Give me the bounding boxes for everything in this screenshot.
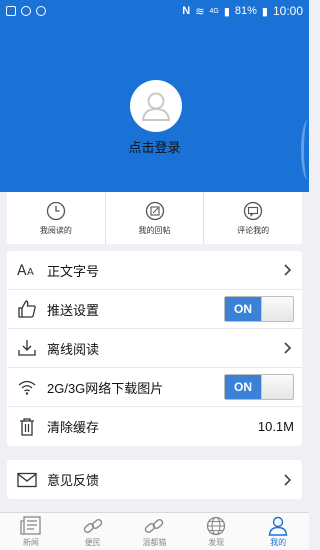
- wifi-icon: [17, 377, 37, 397]
- nav-label: 温都猫: [142, 537, 167, 547]
- cache-size: 10.1M: [257, 419, 294, 434]
- nav-label: 新闻: [22, 537, 39, 547]
- clock-icon: [46, 201, 66, 221]
- login-link[interactable]: 点击登录: [0, 137, 309, 156]
- battery-icon: ▮: [261, 5, 268, 18]
- font-size-icon: AA: [17, 260, 37, 280]
- toggle-knob: [261, 297, 293, 321]
- settings-image-download: 2G/3G网络下载图片 ON: [7, 368, 302, 407]
- mail-icon: [17, 470, 37, 490]
- status-bar: N ≋ 4G ▮ 81% ▮ 10:00: [0, 0, 309, 22]
- network-type: 4G: [209, 7, 219, 15]
- quick-link-replies[interactable]: 我的回帖: [106, 192, 205, 244]
- nav-label: 发现: [208, 537, 225, 547]
- avatar[interactable]: [130, 80, 182, 132]
- nfc-icon: N: [182, 5, 191, 17]
- settings-label: 推送设置: [47, 302, 100, 318]
- nav-wendumao[interactable]: 温都猫: [124, 513, 186, 550]
- clock: 10:00: [272, 4, 303, 18]
- svg-text:A: A: [17, 263, 27, 279]
- toggle-knob: [261, 375, 293, 399]
- wifi-status-icon: ≋: [195, 5, 205, 18]
- quick-link-comments[interactable]: 评论我的: [204, 192, 302, 244]
- nav-label: 我的: [270, 537, 287, 547]
- bottom-nav: 新闻 便民 温都猫 发现 我的: [0, 512, 309, 550]
- nav-convenience[interactable]: 便民: [62, 513, 124, 550]
- settings-label: 意见反馈: [47, 473, 100, 488]
- comment-icon: [243, 201, 263, 221]
- person-icon: [267, 516, 289, 536]
- link-icon: [82, 516, 104, 536]
- link-icon: [143, 516, 165, 536]
- settings-font-size[interactable]: AA 正文字号: [7, 251, 302, 290]
- nav-mine[interactable]: 我的: [247, 513, 309, 550]
- toggle-state: ON: [225, 297, 261, 321]
- settings-label: 清除缓存: [47, 420, 100, 435]
- notification-icon: [6, 6, 16, 16]
- quick-links: 我阅读的 我的回帖 评论我的: [7, 192, 302, 244]
- settings-push: 推送设置 ON: [7, 290, 302, 329]
- quick-link-label: 我阅读的: [39, 225, 72, 235]
- settings-label: 离线阅读: [47, 341, 100, 357]
- trash-icon: [17, 417, 37, 437]
- image-download-toggle[interactable]: ON: [224, 374, 294, 400]
- svg-text:A: A: [27, 267, 34, 278]
- profile-header: 点击登录: [0, 22, 309, 192]
- thumbs-up-icon: [17, 299, 37, 319]
- settings-clear-cache[interactable]: 清除缓存 10.1M: [7, 407, 302, 446]
- settings-list: AA 正文字号 推送设置 ON 离线阅读 2G/3G网络下载图片 ON 清除缓存…: [7, 251, 302, 446]
- user-placeholder-icon: [141, 92, 171, 121]
- notification-icon: [21, 6, 31, 16]
- feedback-row[interactable]: 意见反馈: [7, 460, 302, 499]
- chevron-right-icon: [282, 473, 294, 486]
- settings-label: 2G/3G网络下载图片: [47, 380, 164, 396]
- newspaper-icon: [20, 515, 42, 536]
- chevron-right-icon: [282, 264, 294, 276]
- nav-label: 便民: [84, 537, 101, 547]
- feedback-card: 意见反馈: [7, 460, 302, 499]
- settings-offline[interactable]: 离线阅读: [7, 329, 302, 368]
- signal-icon: ▮: [223, 5, 230, 18]
- notification-icon: [36, 6, 46, 16]
- status-notifications: [6, 6, 46, 16]
- quick-link-read[interactable]: 我阅读的: [7, 192, 106, 244]
- download-icon: [17, 338, 37, 358]
- nav-news[interactable]: 新闻: [0, 513, 62, 550]
- quick-link-label: 我的回帖: [138, 225, 171, 235]
- globe-icon: [205, 516, 227, 536]
- quick-link-label: 评论我的: [237, 225, 270, 235]
- toggle-state: ON: [225, 375, 261, 399]
- nav-discover[interactable]: 发现: [185, 513, 247, 550]
- settings-label: 正文字号: [47, 263, 100, 279]
- chevron-right-icon: [282, 342, 294, 354]
- edit-icon: [145, 201, 165, 221]
- push-toggle[interactable]: ON: [224, 296, 294, 322]
- battery-percent: 81%: [234, 5, 257, 17]
